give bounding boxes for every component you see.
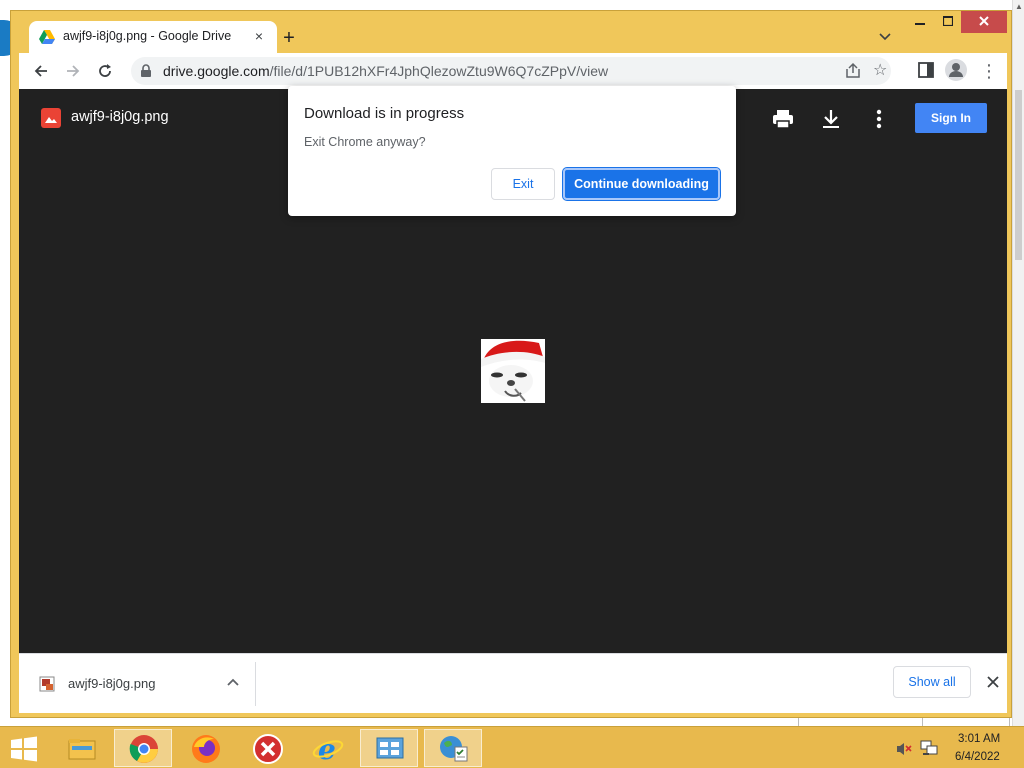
continue-downloading-button[interactable]: Continue downloading	[562, 167, 721, 201]
download-in-progress-dialog: Download is in progress Exit Chrome anyw…	[288, 86, 736, 216]
image-preview[interactable]	[481, 339, 545, 403]
dialog-title: Download is in progress	[304, 105, 465, 122]
close-app-taskbar-icon[interactable]	[238, 729, 296, 767]
control-panel-taskbar-icon[interactable]	[360, 729, 418, 767]
lock-icon[interactable]	[139, 64, 153, 78]
taskbar: e 3:01 AM 6/4/2022	[0, 726, 1024, 768]
forward-button[interactable]	[61, 59, 85, 83]
tab-search-chevron-icon[interactable]	[875, 27, 895, 47]
tab-google-drive[interactable]: awjf9-i8j0g.png - Google Drive ×	[29, 21, 277, 53]
new-tab-button[interactable]: +	[277, 26, 301, 50]
scroll-up-icon[interactable]: ▲	[1015, 2, 1023, 11]
exit-button[interactable]: Exit	[491, 168, 555, 200]
clock-date[interactable]: 6/4/2022	[955, 751, 1000, 763]
internet-explorer-taskbar-icon[interactable]: e	[298, 729, 356, 767]
desktop-scrollbar[interactable]: ▲	[1012, 0, 1024, 726]
address-bar[interactable]: drive.google.com/file/d/1PUB12hXFr4JphQl…	[131, 57, 891, 85]
windows-start-icon[interactable]	[10, 736, 38, 762]
download-icon[interactable]	[819, 107, 843, 131]
dialog-message: Exit Chrome anyway?	[304, 135, 426, 149]
image-file-icon	[41, 108, 61, 128]
tab-close-icon[interactable]: ×	[249, 26, 269, 46]
divider	[255, 662, 256, 706]
url-text[interactable]: drive.google.com/file/d/1PUB12hXFr4JphQl…	[163, 63, 608, 79]
close-window-button[interactable]	[961, 11, 1007, 33]
reload-button[interactable]	[93, 59, 117, 83]
side-panel-icon[interactable]	[917, 61, 935, 79]
maximize-button[interactable]	[935, 11, 961, 33]
chevron-up-icon[interactable]	[223, 670, 243, 694]
browser-toolbar: drive.google.com/file/d/1PUB12hXFr4JphQl…	[19, 53, 1007, 89]
file-explorer-taskbar-icon[interactable]	[52, 729, 110, 767]
profile-avatar-icon[interactable]	[945, 59, 967, 81]
dog-santa-hat-image	[481, 339, 545, 403]
image-file-icon	[39, 676, 55, 692]
show-all-button[interactable]: Show all	[893, 666, 971, 698]
url-host: drive.google.com	[163, 63, 270, 79]
close-shelf-icon[interactable]	[981, 670, 1005, 694]
network-icon[interactable]	[920, 739, 938, 757]
chrome-taskbar-icon[interactable]	[114, 729, 172, 767]
download-shelf: awjf9-i8j0g.png Show all	[19, 653, 1007, 713]
svg-text:e: e	[318, 733, 336, 765]
viewer-file-name: awjf9-i8j0g.png	[71, 109, 169, 125]
tab-bar: awjf9-i8j0g.png - Google Drive × + ❐	[11, 11, 1011, 53]
minimize-button[interactable]	[907, 11, 933, 33]
more-options-icon[interactable]	[869, 107, 889, 131]
scrollbar-thumb[interactable]	[1015, 90, 1022, 260]
bookmark-star-icon[interactable]: ☆	[873, 60, 887, 80]
url-path: /file/d/1PUB12hXFr4JphQlezowZtu9W6Q7cZPp…	[269, 63, 609, 79]
windows-update-taskbar-icon[interactable]	[424, 729, 482, 767]
share-icon[interactable]	[843, 61, 863, 81]
sign-in-button[interactable]: Sign In	[915, 103, 987, 133]
google-drive-icon	[39, 30, 55, 44]
download-file-name[interactable]: awjf9-i8j0g.png	[68, 676, 155, 691]
print-icon[interactable]	[771, 107, 795, 131]
back-button[interactable]	[29, 59, 53, 83]
speaker-muted-icon[interactable]	[896, 741, 912, 757]
tab-title: awjf9-i8j0g.png - Google Drive	[63, 29, 232, 43]
clock-time[interactable]: 3:01 AM	[958, 733, 1000, 745]
firefox-taskbar-icon[interactable]	[176, 729, 234, 767]
chrome-menu-icon[interactable]: ⋮	[979, 59, 999, 83]
